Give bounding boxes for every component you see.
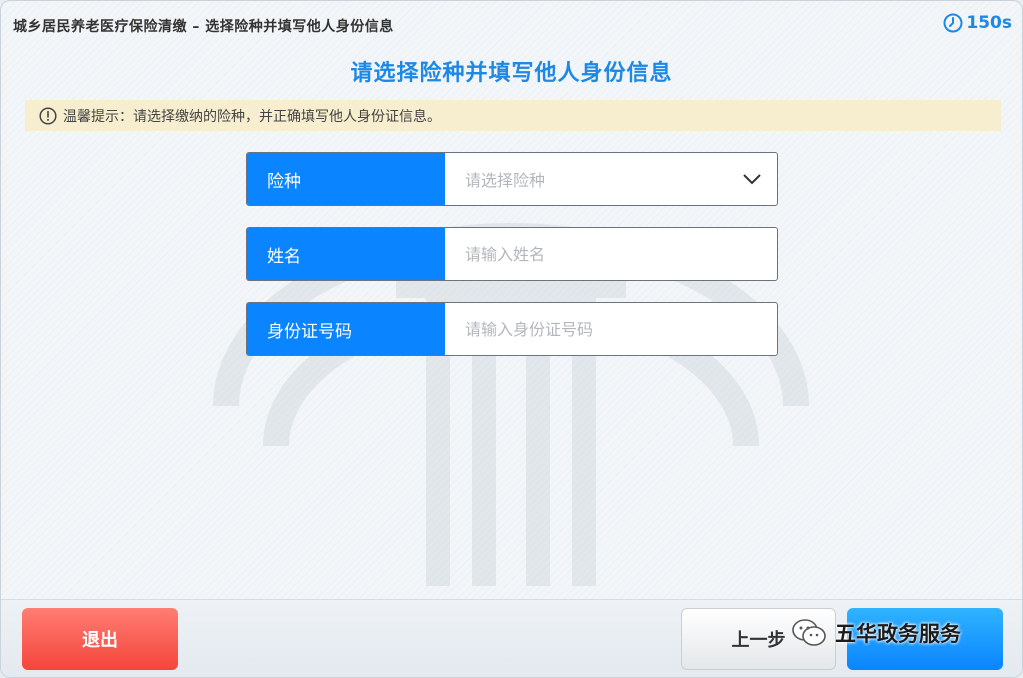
insurance-placeholder: 请选择险种 [465, 171, 546, 190]
tip-text: 温馨提示：请选择缴纳的险种，并正确填写他人身份证信息。 [63, 108, 441, 125]
page-title: 请选择险种并填写他人身份信息 [350, 61, 673, 86]
wechat-icon [792, 619, 826, 646]
header-bar: 城乡居民养老医疗保险清缴 – 选择险种并填写他人身份信息 150s [1, 1, 1022, 49]
name-field[interactable]: 姓名 [246, 227, 778, 281]
brand-text: 五华政务服务 [835, 622, 961, 646]
timer-value: 150s [966, 13, 1012, 33]
insurance-label: 险种 [247, 153, 445, 205]
exit-button[interactable]: 退出 [22, 608, 178, 670]
id-number-label: 身份证号码 [247, 303, 445, 355]
insurance-select[interactable]: 险种 请选择险种 [246, 152, 778, 206]
clock-icon [943, 13, 963, 33]
id-number-field[interactable]: 身份证号码 [246, 302, 778, 356]
name-input[interactable] [445, 228, 777, 280]
breadcrumb: 城乡居民养老医疗保险清缴 – 选择险种并填写他人身份信息 [13, 19, 394, 35]
chevron-down-icon[interactable] [727, 153, 777, 205]
name-label: 姓名 [247, 228, 445, 280]
info-icon [39, 106, 57, 125]
brand-watermark: 五华政务服务 [791, 618, 961, 648]
kiosk-screen: 城乡居民养老医疗保险清缴 – 选择险种并填写他人身份信息 150s 请选择险种并… [0, 0, 1023, 678]
tip-bar: 温馨提示：请选择缴纳的险种，并正确填写他人身份证信息。 [25, 100, 1001, 131]
countdown-timer: 150s [943, 13, 1012, 33]
id-number-input[interactable] [445, 303, 777, 355]
